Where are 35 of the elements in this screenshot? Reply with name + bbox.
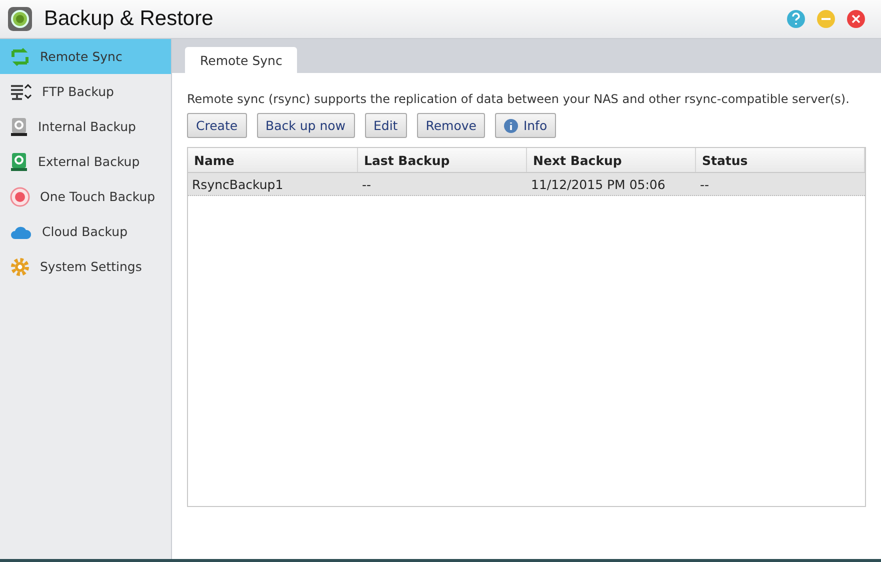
sidebar-item[interactable]: One Touch Backup: [0, 179, 171, 214]
drive-icon: [10, 116, 28, 136]
toolbar-button[interactable]: Create: [187, 113, 247, 138]
toolbar-button[interactable]: Back up now: [256, 113, 354, 138]
help-icon[interactable]: [787, 10, 805, 28]
sidebar-item[interactable]: Internal Backup: [0, 109, 171, 144]
tab[interactable]: Remote Sync: [185, 47, 298, 73]
sync-icon: [10, 46, 30, 66]
sidebar-item[interactable]: Cloud Backup: [0, 214, 171, 249]
close-icon[interactable]: [847, 10, 865, 28]
sidebar-item[interactable]: External Backup: [0, 144, 171, 179]
record-icon: [10, 186, 30, 206]
info-icon: [504, 118, 518, 132]
sidebar-item[interactable]: System Settings: [0, 249, 171, 284]
toolbar-button[interactable]: Edit: [364, 113, 407, 138]
table-cell-text: RsyncBackup1: [191, 176, 284, 194]
table-cell-text: --: [699, 176, 710, 194]
window-title: Backup & Restore: [44, 7, 214, 31]
toolbar-button[interactable]: Remove: [416, 113, 486, 138]
gear-icon: [10, 256, 30, 276]
app-logo-icon: [8, 7, 32, 31]
column-header[interactable]: Name: [188, 148, 358, 172]
table-row[interactable]: RsyncBackup1 -- 11/12/2015 PM 05:06 --: [188, 173, 865, 196]
table-cell-text: --: [361, 176, 372, 194]
column-header[interactable]: Last Backup: [358, 148, 527, 172]
sidebar-item[interactable]: Remote Sync: [0, 39, 171, 74]
server-arrows-icon: [10, 82, 32, 100]
drive-icon: [10, 152, 28, 172]
info-button[interactable]: Info: [495, 113, 556, 138]
column-header[interactable]: Next Backup: [527, 148, 696, 172]
minimize-icon[interactable]: [817, 10, 835, 28]
sidebar-item[interactable]: FTP Backup: [0, 74, 171, 109]
table-cell-text: 11/12/2015 PM 05:06: [530, 176, 666, 194]
column-header[interactable]: Status: [696, 148, 865, 172]
description-text: Remote sync (rsync) supports the replication of data between your NAS and other rsync-compatible server(s).: [187, 92, 850, 106]
